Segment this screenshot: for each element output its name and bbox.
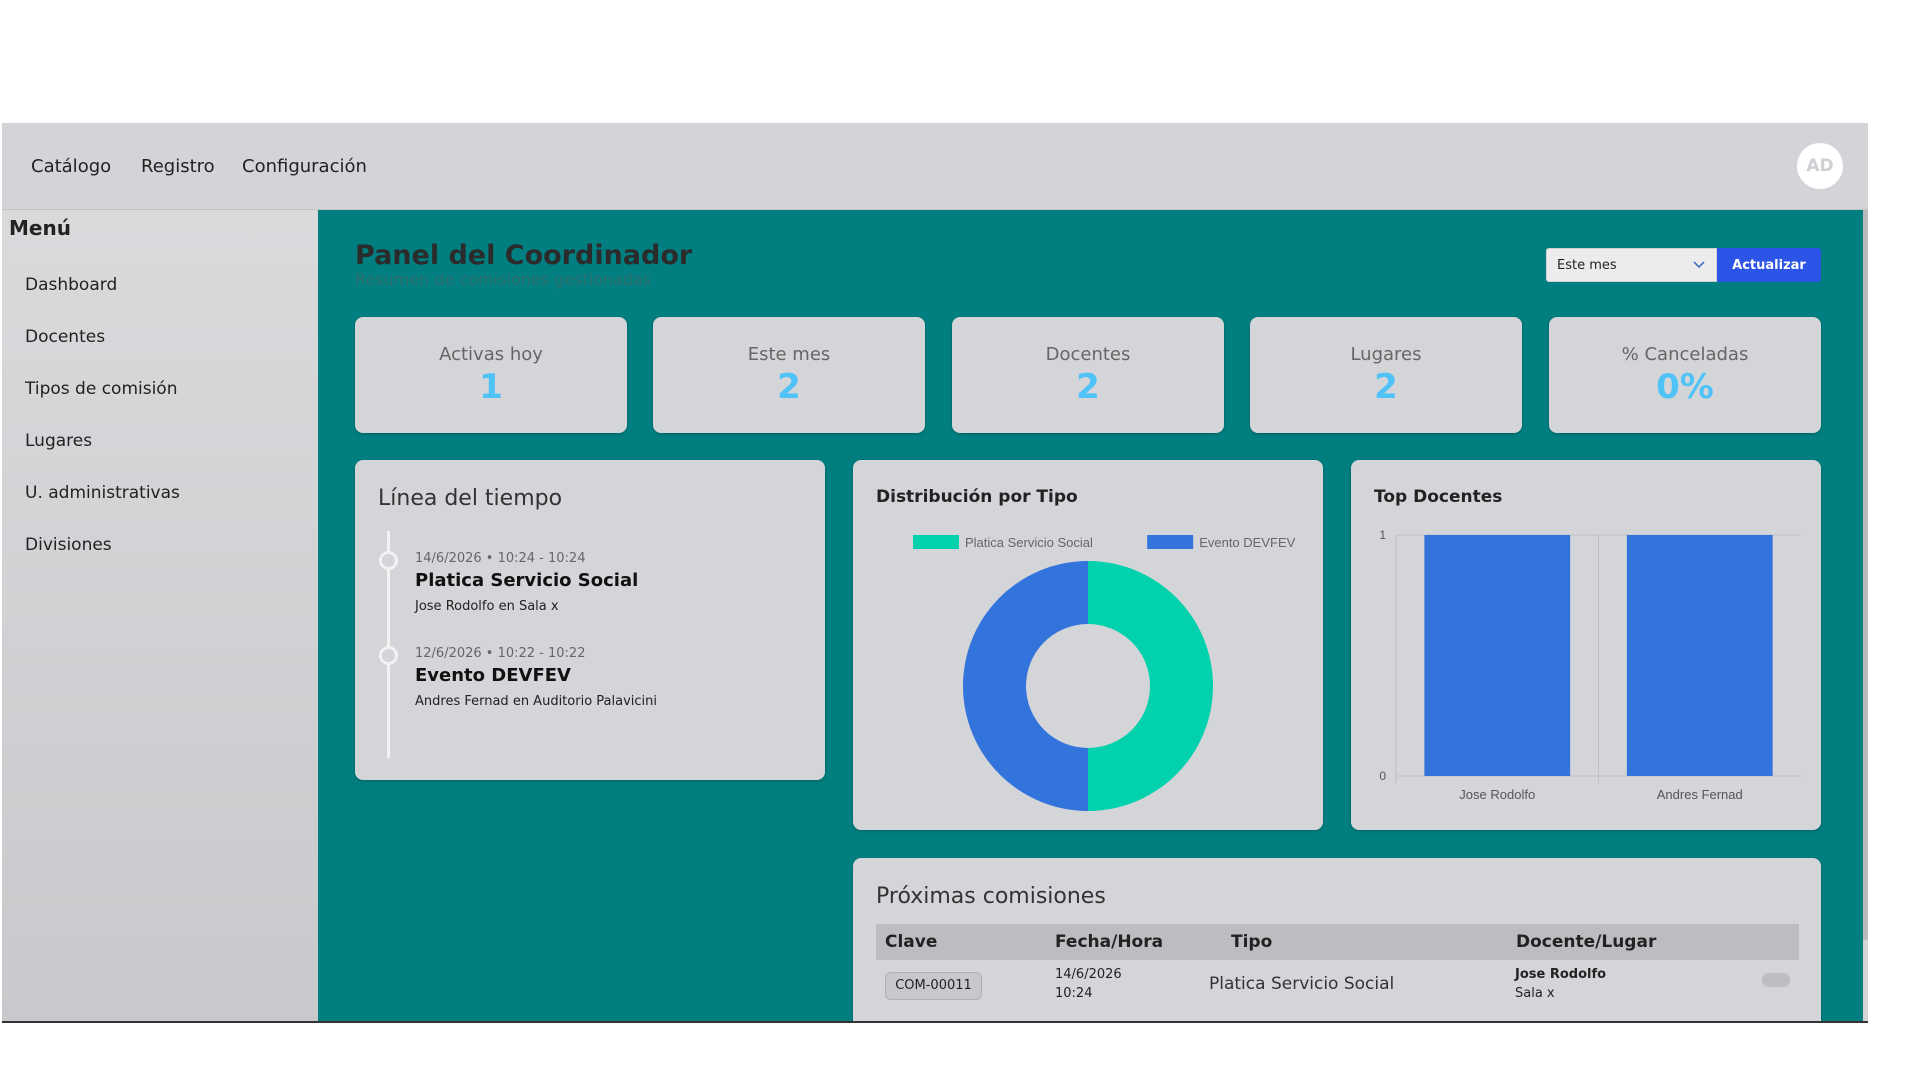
sidebar-item-dashboard[interactable]: Dashboard bbox=[25, 275, 117, 295]
table-header: Clave Fecha/Hora Tipo Docente/Lugar bbox=[876, 924, 1799, 960]
bar-chart-card: Top Docentes 0 1 Jose Rodolfo Andres Fernad bbox=[1351, 460, 1821, 830]
kpi-label: Activas hoy bbox=[439, 344, 543, 365]
donut-chart: Platica Servicio Social Evento DEVFEV bbox=[913, 535, 1296, 811]
sidebar-item-docentes[interactable]: Docentes bbox=[25, 327, 105, 347]
timeline-title: Línea del tiempo bbox=[378, 486, 563, 511]
period-select-value: Este mes bbox=[1557, 258, 1617, 273]
upcoming-table-title: Próximas comisiones bbox=[876, 884, 1106, 909]
chevron-down-icon bbox=[1693, 261, 1705, 269]
timeline-event-desc: Andres Fernad en Auditorio Palavicini bbox=[415, 694, 657, 709]
bar-chart: 0 1 Jose Rodolfo Andres Fernad bbox=[1379, 528, 1801, 802]
legend-label: Platica Servicio Social bbox=[965, 535, 1093, 550]
timeline-event-date: 14/6/2026 • 10:24 - 10:24 bbox=[415, 551, 586, 566]
x-tick-label: Jose Rodolfo bbox=[1459, 787, 1535, 802]
x-tick-label: Andres Fernad bbox=[1657, 787, 1743, 802]
kpi-value: 1 bbox=[479, 367, 503, 407]
th-fecha-hora[interactable]: Fecha/Hora bbox=[1055, 932, 1163, 952]
top-navbar: Catálogo Registro Configuración AD bbox=[2, 123, 1868, 210]
th-tipo[interactable]: Tipo bbox=[1231, 932, 1272, 952]
sidebar-item-tipos-comision[interactable]: Tipos de comisión bbox=[25, 379, 177, 399]
kpi-label: Lugares bbox=[1350, 344, 1422, 365]
timeline-card: Línea del tiempo 14/6/2026 • 10:24 - 10:… bbox=[355, 460, 825, 780]
timeline-dot bbox=[379, 646, 398, 665]
page-subtitle: Resumen de comisiones gestionadas bbox=[355, 270, 652, 289]
kpi-value: 2 bbox=[1374, 367, 1398, 407]
kpi-value: 0% bbox=[1656, 367, 1714, 407]
refresh-button[interactable]: Actualizar bbox=[1717, 248, 1821, 282]
sidebar-item-lugares[interactable]: Lugares bbox=[25, 431, 92, 451]
sidebar-item-divisiones[interactable]: Divisiones bbox=[25, 535, 112, 555]
nav-registro[interactable]: Registro bbox=[141, 156, 215, 177]
donut-chart-card: Distribución por Tipo Platica Servicio S… bbox=[853, 460, 1323, 830]
kpi-card-canceladas: % Canceladas 0% bbox=[1549, 317, 1821, 433]
kpi-card-lugares: Lugares 2 bbox=[1250, 317, 1522, 433]
nav-configuracion[interactable]: Configuración bbox=[242, 156, 367, 177]
donut-slice bbox=[963, 561, 1088, 811]
timeline-dot bbox=[379, 551, 398, 570]
page-title: Panel del Coordinador bbox=[355, 240, 693, 271]
timeline-event-desc: Jose Rodolfo en Sala x bbox=[415, 599, 559, 614]
sidebar-title: Menú bbox=[9, 216, 71, 240]
y-tick-label: 1 bbox=[1379, 528, 1386, 542]
legend-swatch bbox=[1147, 535, 1194, 549]
timeline-event-date: 12/6/2026 • 10:22 - 10:22 bbox=[415, 646, 586, 661]
kpi-value: 2 bbox=[777, 367, 801, 407]
row-action-toggle[interactable] bbox=[1762, 973, 1790, 987]
kpi-value: 2 bbox=[1076, 367, 1100, 407]
bar bbox=[1424, 535, 1571, 776]
th-clave[interactable]: Clave bbox=[885, 932, 937, 952]
user-avatar[interactable]: AD bbox=[1797, 143, 1843, 189]
th-docente-lugar[interactable]: Docente/Lugar bbox=[1516, 932, 1656, 952]
scrollbar[interactable] bbox=[1863, 210, 1868, 940]
bar bbox=[1626, 535, 1773, 776]
row-docente: Jose Rodolfo bbox=[1515, 967, 1607, 982]
period-select[interactable]: Este mes bbox=[1546, 248, 1717, 282]
main-content: Panel del Coordinador Resumen de comisio… bbox=[318, 210, 1863, 1021]
kpi-card-activas-hoy: Activas hoy 1 bbox=[355, 317, 627, 433]
row-date: 14/6/2026 bbox=[1055, 967, 1122, 982]
row-tipo: Platica Servicio Social bbox=[1209, 974, 1395, 994]
row-time: 10:24 bbox=[1055, 986, 1093, 1001]
timeline-event-title[interactable]: Evento DEVFEV bbox=[415, 665, 571, 686]
nav-catalogo[interactable]: Catálogo bbox=[31, 156, 111, 177]
kpi-label: Docentes bbox=[1045, 344, 1131, 365]
clave-badge[interactable]: COM-00011 bbox=[885, 972, 982, 1000]
timeline-event-title[interactable]: Platica Servicio Social bbox=[415, 570, 638, 591]
kpi-label: % Canceladas bbox=[1621, 344, 1749, 365]
row-lugar: Sala x bbox=[1515, 986, 1555, 1001]
legend-label: Evento DEVFEV bbox=[1199, 535, 1295, 550]
kpi-label: Este mes bbox=[747, 344, 831, 365]
kpi-card-docentes: Docentes 2 bbox=[952, 317, 1224, 433]
legend-swatch bbox=[913, 535, 959, 549]
y-tick-label: 0 bbox=[1379, 769, 1386, 783]
upcoming-table-card: Próximas comisiones Clave Fecha/Hora Tip… bbox=[853, 858, 1821, 1021]
kpi-card-este-mes: Este mes 2 bbox=[653, 317, 925, 433]
sidebar-item-u-administrativas[interactable]: U. administrativas bbox=[25, 483, 180, 503]
sidebar: Menú Dashboard Docentes Tipos de comisió… bbox=[2, 210, 318, 1021]
app-window: Catálogo Registro Configuración AD Menú … bbox=[2, 123, 1868, 1023]
donut-slice bbox=[1088, 561, 1213, 811]
